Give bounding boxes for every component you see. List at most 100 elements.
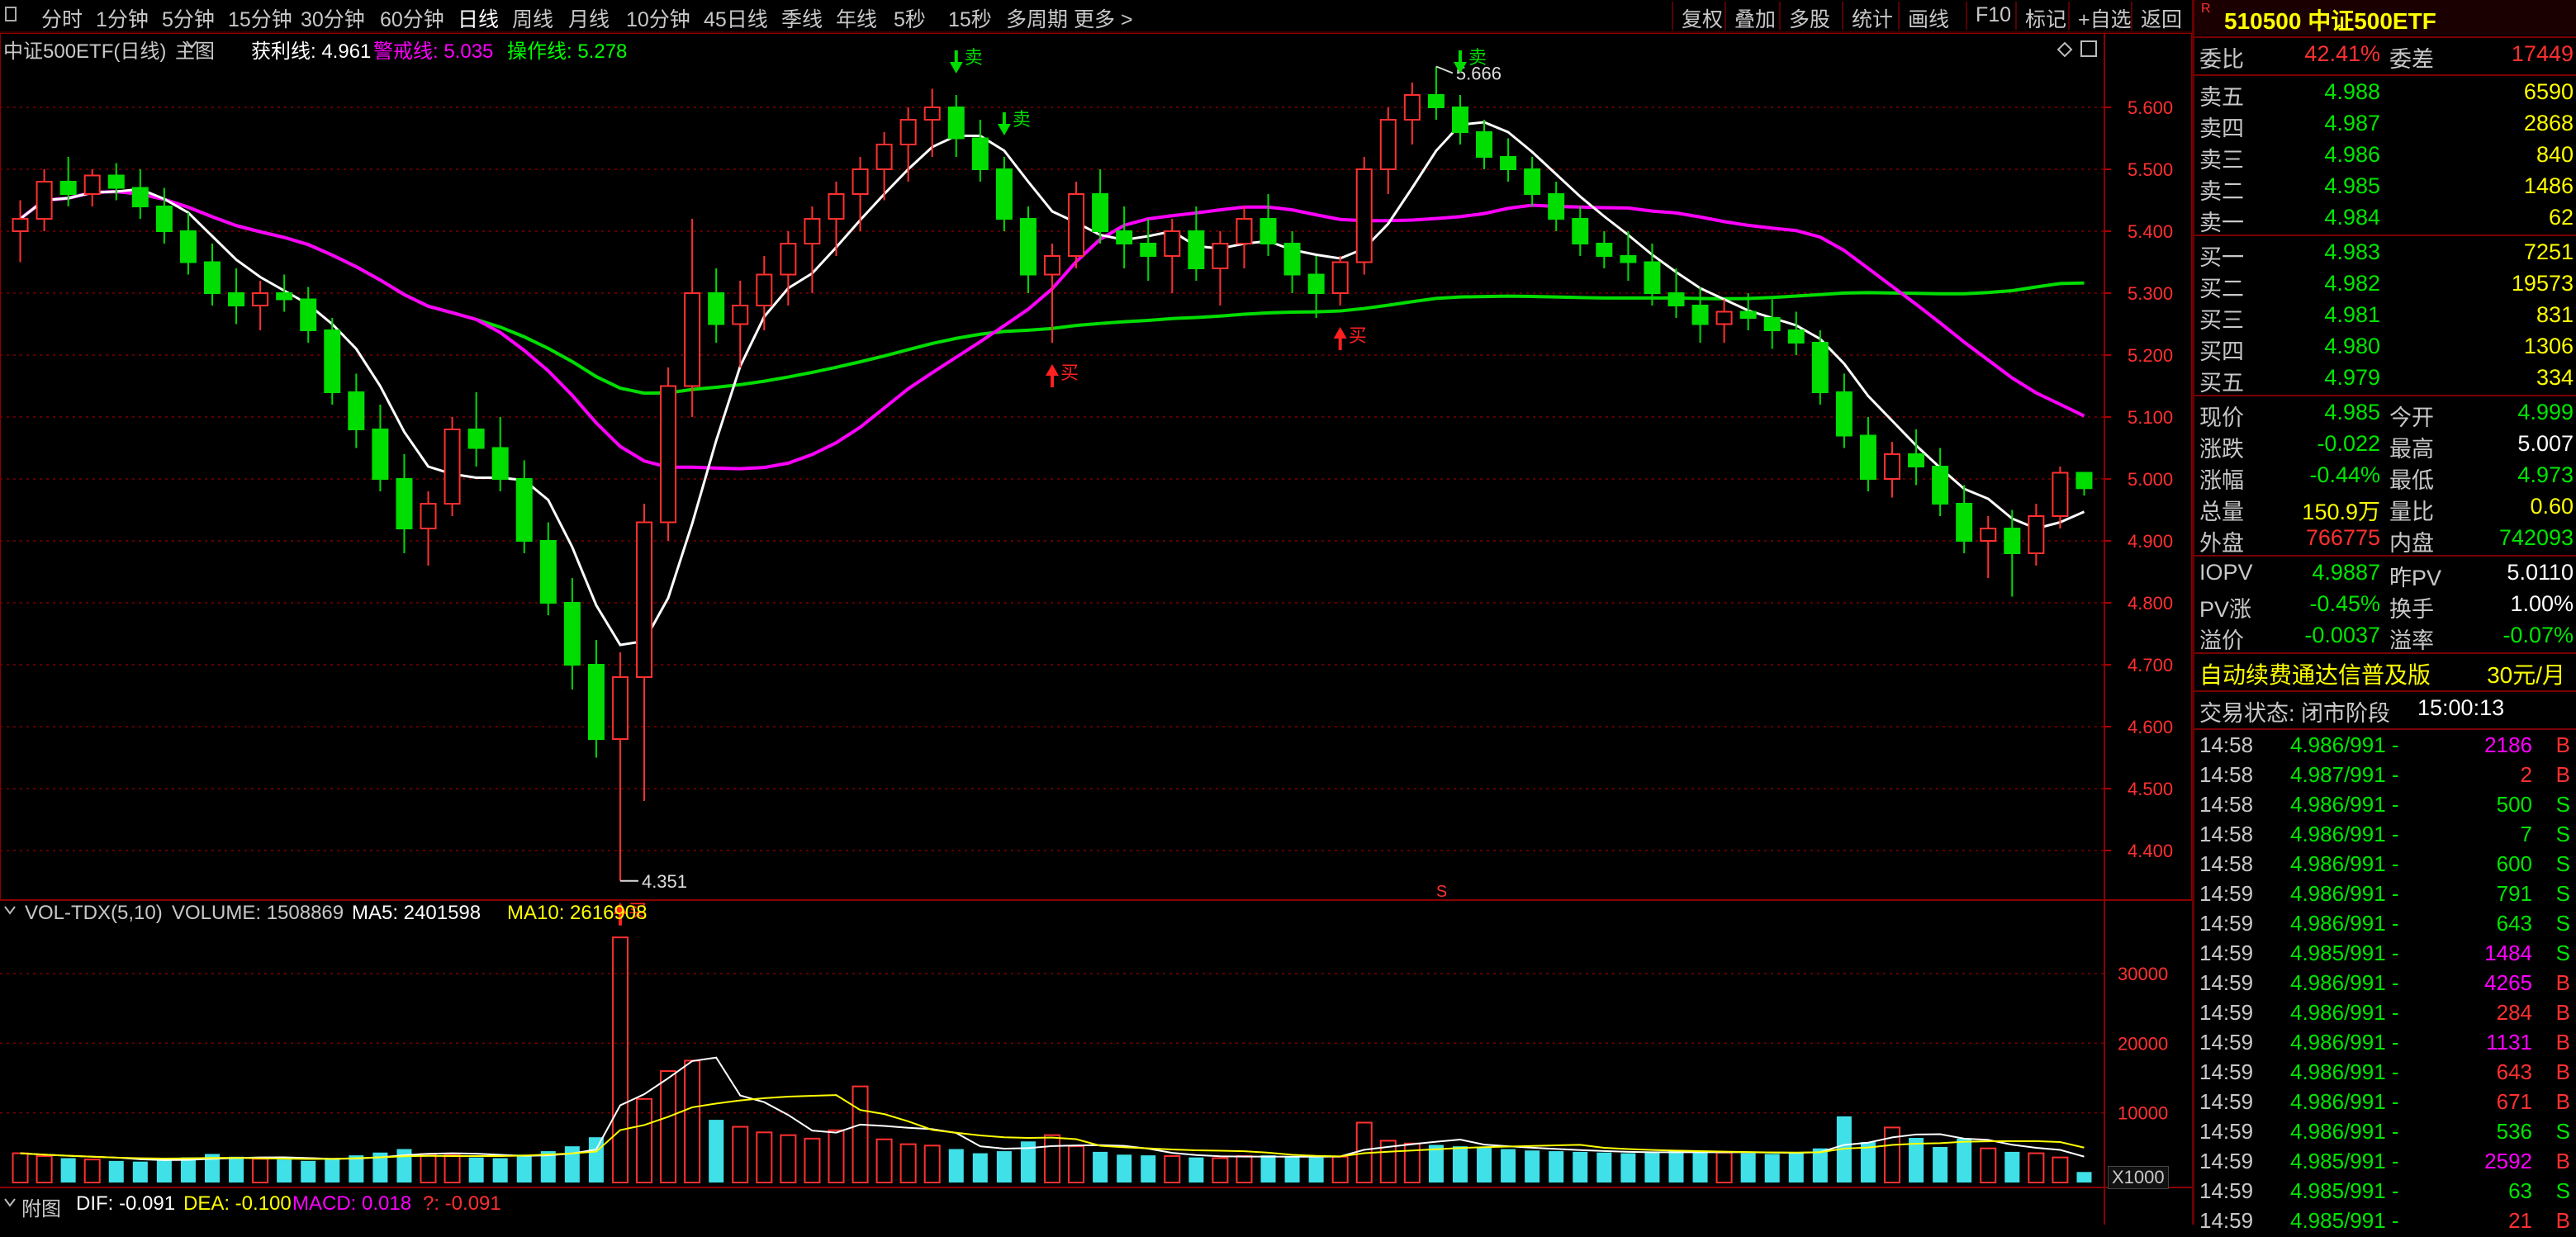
iopv-label: IOPV bbox=[2199, 560, 2253, 585]
candle-body bbox=[179, 230, 197, 263]
iopv-label: 昨PV bbox=[2389, 566, 2442, 590]
bid-label: 买三 bbox=[2199, 308, 2244, 333]
period-tab[interactable]: 5秒 bbox=[894, 3, 926, 33]
candle-body bbox=[1787, 329, 1805, 344]
volume-bar bbox=[1068, 1145, 1085, 1184]
candle-body bbox=[1427, 94, 1445, 108]
volume-bar bbox=[325, 1158, 340, 1182]
volume-bar bbox=[1764, 1154, 1780, 1182]
toolbar-button[interactable]: 统计 bbox=[1842, 2, 1901, 31]
diamond-icon bbox=[2057, 41, 2073, 58]
period-tab[interactable]: 分时 bbox=[41, 3, 83, 33]
tick-time: 14:59 bbox=[2199, 1059, 2254, 1084]
period-tab[interactable]: 1分钟 bbox=[96, 3, 149, 33]
tick-price: 4.986/991 - bbox=[2290, 970, 2399, 995]
macd-dea: DEA: -0.100 bbox=[183, 1192, 292, 1215]
period-tab[interactable]: 季线 bbox=[781, 3, 823, 33]
volume-bar bbox=[277, 1159, 292, 1182]
tick-price: 4.986/991 - bbox=[2290, 822, 2399, 846]
candle-body bbox=[107, 174, 125, 189]
volume-bar bbox=[1428, 1145, 1444, 1182]
candle-body bbox=[1212, 243, 1229, 269]
toolbar-button[interactable]: 返回 bbox=[2131, 2, 2190, 31]
toolbar-button[interactable]: 标记 bbox=[2015, 2, 2075, 31]
tick-row: 14:59 4.986/991 - 643 S bbox=[2194, 910, 2576, 940]
tick-row: 14:58 4.986/991 - 600 S bbox=[2194, 851, 2576, 880]
s-marker: S bbox=[1436, 883, 1447, 901]
tick-price: 4.986/991 - bbox=[2290, 732, 2399, 757]
bid-price: 4.980 bbox=[2324, 334, 2380, 358]
iopv-label: 溢率 bbox=[2389, 628, 2434, 653]
promo-price: 30元/月 bbox=[2487, 662, 2565, 688]
period-tab[interactable]: 10分钟 bbox=[626, 3, 690, 33]
period-tab[interactable]: 更多 > bbox=[1074, 3, 1133, 33]
panel-separator bbox=[2194, 395, 2576, 396]
candle-body bbox=[1500, 156, 1517, 170]
volume-bar bbox=[1788, 1152, 1804, 1182]
volume-bar bbox=[420, 1153, 437, 1183]
weibi-value: 42.41% bbox=[2304, 41, 2380, 66]
period-tab[interactable]: 60分钟 bbox=[380, 3, 444, 33]
period-tab[interactable]: 周线 bbox=[512, 3, 553, 33]
period-tab[interactable]: 日线 bbox=[458, 3, 499, 33]
period-tab[interactable]: 45日线 bbox=[704, 3, 768, 33]
buy-signal-icon: 买 bbox=[1333, 325, 1367, 350]
ask-label: 卖二 bbox=[2199, 179, 2244, 204]
volume-bar bbox=[899, 1143, 917, 1183]
promo-row[interactable]: 自动续费通达信普及版 30元/月 bbox=[2194, 656, 2576, 688]
macd-value: MACD: 0.018 bbox=[292, 1192, 412, 1215]
volume-bar bbox=[1452, 1146, 1468, 1182]
volume-value: VOLUME: 1508869 bbox=[172, 902, 344, 924]
toolbar-button[interactable]: F10 bbox=[1966, 2, 2019, 30]
volume-ma5: MA5: 2401598 bbox=[352, 902, 482, 924]
candle-body bbox=[1763, 317, 1781, 331]
period-tab[interactable]: 月线 bbox=[568, 3, 610, 33]
period-tab[interactable]: 多周期 bbox=[1006, 3, 1068, 33]
tick-price: 4.985/991 - bbox=[2290, 1208, 2399, 1233]
candle-body bbox=[1043, 255, 1061, 276]
bid-label: 买四 bbox=[2199, 339, 2244, 364]
candle-body bbox=[1307, 273, 1325, 294]
volume-bar bbox=[83, 1159, 101, 1183]
volume-bar bbox=[996, 1151, 1012, 1182]
tick-row: 14:59 4.986/991 - 284 B bbox=[2194, 999, 2576, 1029]
price-tick-label: 5.100 bbox=[2128, 407, 2173, 428]
volume-indicator-title[interactable]: VOL-TDX(5,10) bbox=[25, 902, 163, 925]
period-tab[interactable]: 30分钟 bbox=[301, 3, 365, 33]
candle-body bbox=[1956, 503, 1973, 542]
window-menu-icon[interactable] bbox=[5, 7, 17, 21]
bid-row: 买三 4.981 831 bbox=[2194, 301, 2576, 333]
chart-area[interactable]: 5.600 5.500 5.400 5.300 5.200 5.100 5.000 4.900… bbox=[0, 0, 2192, 1225]
iopv-row: IOPV 4.9887 昨PV 5.0110 bbox=[2194, 558, 2576, 590]
buy-signal-label: 买 bbox=[1349, 325, 1367, 346]
period-tab[interactable]: 15秒 bbox=[948, 3, 992, 33]
toolbar-button[interactable]: 多股 bbox=[1779, 2, 1838, 31]
indicator-label[interactable]: 主图 bbox=[175, 35, 215, 64]
toolbar-button[interactable]: 叠加 bbox=[1724, 2, 1784, 31]
volume-bar bbox=[1260, 1155, 1276, 1182]
volume-bar bbox=[1668, 1151, 1684, 1182]
tick-volume: 671 bbox=[2496, 1089, 2532, 1114]
panel-separator bbox=[2194, 235, 2576, 236]
candle-body bbox=[1908, 453, 1925, 467]
tick-side: S bbox=[2555, 911, 2570, 936]
volume-bar bbox=[492, 1158, 508, 1182]
candle-body bbox=[684, 292, 701, 387]
candle-body bbox=[1092, 193, 1109, 232]
period-tab[interactable]: 年线 bbox=[836, 3, 877, 33]
toolbar-button[interactable]: 复权 bbox=[1672, 2, 1731, 31]
tick-time: 14:58 bbox=[2199, 792, 2254, 817]
stat-value: 5.007 bbox=[2517, 431, 2574, 456]
sub-chart-label[interactable]: 附图 bbox=[21, 1192, 61, 1221]
toolbar-button[interactable]: +自选 bbox=[2068, 2, 2140, 31]
period-tab[interactable]: 15分钟 bbox=[228, 3, 292, 33]
volume-bar bbox=[516, 1154, 532, 1182]
tick-volume: 284 bbox=[2496, 1000, 2532, 1025]
toolbar-button[interactable]: 画线 bbox=[1898, 2, 1957, 31]
candle-body bbox=[1260, 218, 1277, 244]
price-tick-label: 5.200 bbox=[2128, 345, 2173, 366]
period-tab[interactable]: 5分钟 bbox=[162, 3, 215, 33]
tick-row: 14:58 4.986/991 - 7S bbox=[2194, 821, 2576, 851]
tick-side: B bbox=[2555, 1000, 2570, 1025]
tick-time: 14:59 bbox=[2199, 1208, 2254, 1233]
